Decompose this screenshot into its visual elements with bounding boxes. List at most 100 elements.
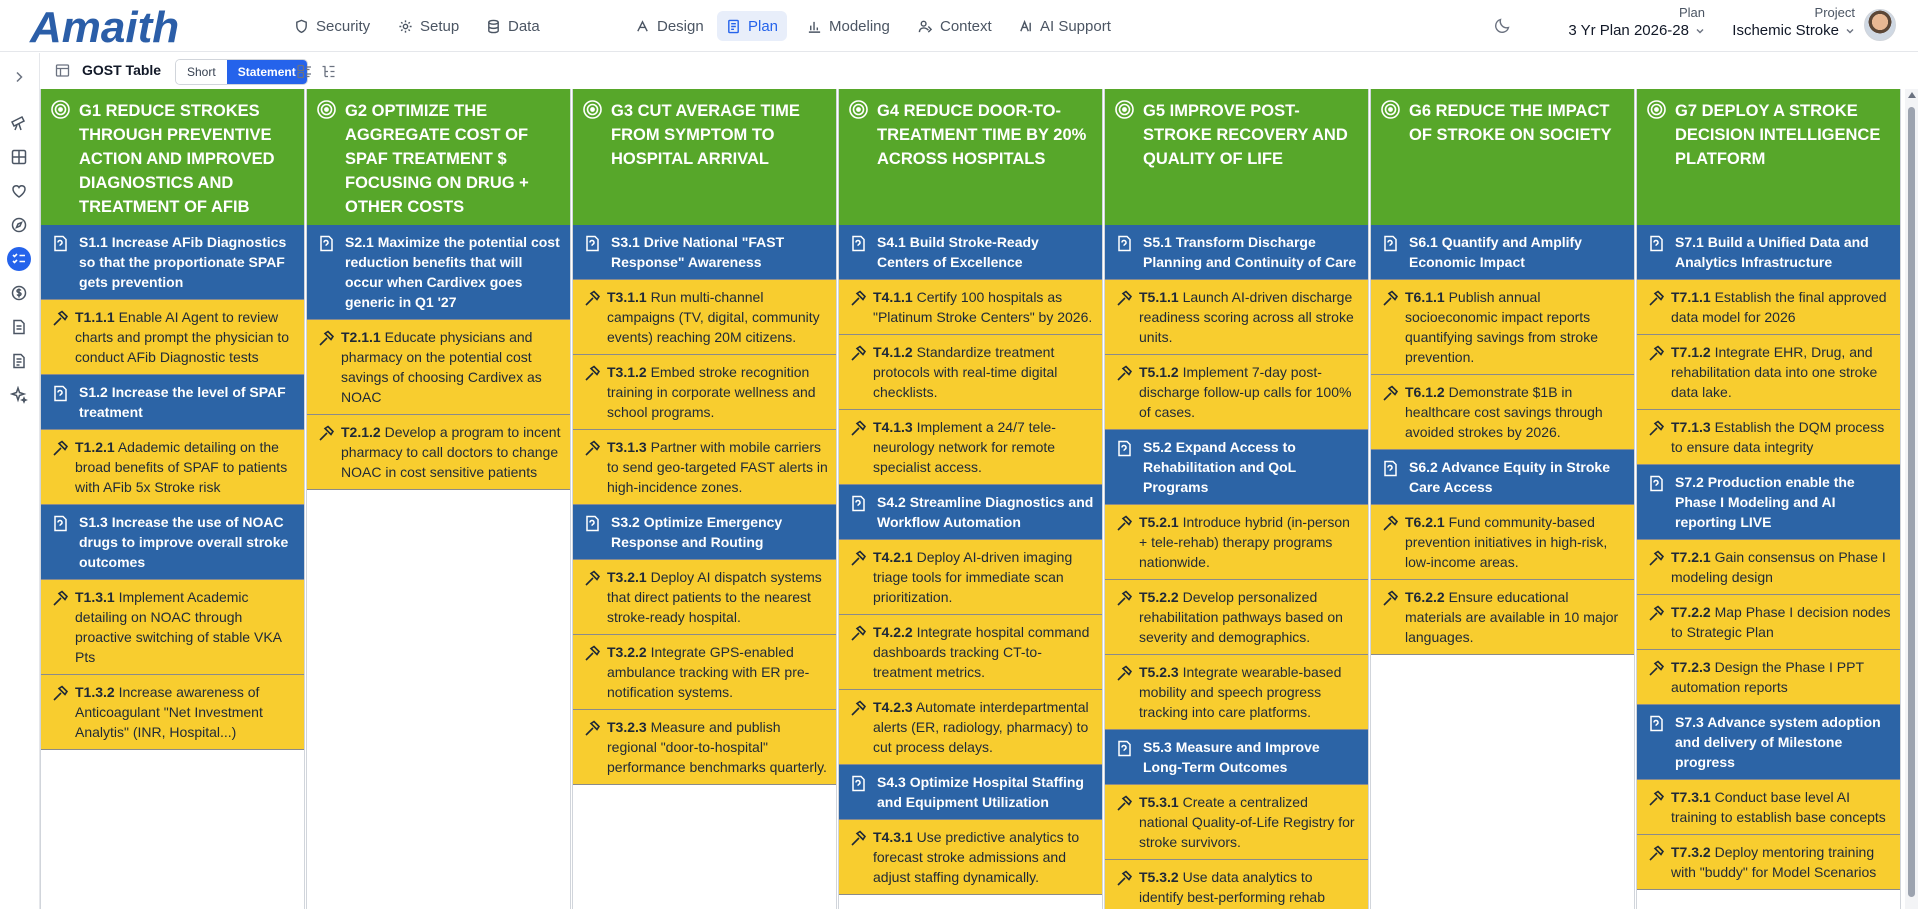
left-rail xyxy=(0,53,40,909)
tactic-card[interactable]: T7.1.2 Integrate EHR, Drug, and rehabili… xyxy=(1637,335,1900,410)
tactic-card[interactable]: T4.1.3 Implement a 24/7 tele-neurology n… xyxy=(839,410,1102,485)
tactic-card[interactable]: T1.1.1 Enable AI Agent to review charts … xyxy=(41,300,304,375)
tactic-card[interactable]: T2.1.2 Develop a program to incent pharm… xyxy=(307,415,570,490)
strategy-card[interactable]: S6.2 Advance Equity in Stroke Care Acces… xyxy=(1371,450,1634,505)
nav-plan[interactable]: Plan xyxy=(717,11,788,41)
tactic-card[interactable]: T7.1.3 Establish the DQM process to ensu… xyxy=(1637,410,1900,465)
nav-label: Security xyxy=(316,17,371,35)
goal-card[interactable]: G3 Cut Average Time from Symptom to Hosp… xyxy=(573,89,836,225)
moon-icon[interactable] xyxy=(1494,16,1512,34)
nav-security[interactable]: Security xyxy=(285,11,379,41)
tactic-card[interactable]: T7.3.2 Deploy mentoring training with "b… xyxy=(1637,835,1900,890)
tactic-card[interactable]: T1.3.1 Implement Academic detailing on N… xyxy=(41,580,304,675)
short-button[interactable]: Short xyxy=(176,60,227,84)
statement-button[interactable]: Statement xyxy=(226,60,307,84)
nav-context[interactable]: Context xyxy=(909,11,1001,41)
item-code: T6.2.1 xyxy=(1405,514,1445,530)
target-icon xyxy=(50,99,71,120)
tactic-card[interactable]: T3.2.2 Integrate GPS-enabled ambulance t… xyxy=(573,635,836,710)
strategy-card[interactable]: S2.1 Maximize the potential cost reducti… xyxy=(307,225,570,320)
strategy-card[interactable]: S1.1 Increase AFib Diagnostics so that t… xyxy=(41,225,304,300)
nav-setup[interactable]: Setup xyxy=(389,11,468,41)
tactic-card[interactable]: T6.2.2 Ensure educational materials are … xyxy=(1371,580,1634,655)
tactic-card[interactable]: T1.2.1 Adademic detailing on the broad b… xyxy=(41,430,304,505)
tactic-card[interactable]: T4.3.1 Use predictive analytics to forec… xyxy=(839,820,1102,895)
tactic-card[interactable]: T3.2.3 Measure and publish regional "doo… xyxy=(573,710,836,785)
goal-card[interactable]: G7 Deploy a Stroke Decision Intelligence… xyxy=(1637,89,1900,225)
tactic-card[interactable]: T4.1.2 Standardize treatment protocols w… xyxy=(839,335,1102,410)
tactic-card[interactable]: T5.2.3 Integrate wearable-based mobility… xyxy=(1105,655,1368,730)
goal-card[interactable]: G6 Reduce the Impact of Stroke on Societ… xyxy=(1371,89,1634,225)
nav-ai-support[interactable]: AI Support xyxy=(1009,11,1120,41)
item-code: S6.2 xyxy=(1409,459,1438,475)
strategy-card[interactable]: S7.3 Advance system adoption and deliver… xyxy=(1637,705,1900,780)
tactic-card[interactable]: T7.2.2 Map Phase I decision nodes to Str… xyxy=(1637,595,1900,650)
tactic-card[interactable]: T5.3.2 Use data analytics to identify be… xyxy=(1105,860,1368,909)
tactic-card[interactable]: T4.2.2 Integrate hospital command dashbo… xyxy=(839,615,1102,690)
tactic-card[interactable]: T5.1.2 Implement 7-day post-discharge fo… xyxy=(1105,355,1368,430)
strategy-card[interactable]: S4.3 Optimize Hospital Staffing and Equi… xyxy=(839,765,1102,820)
goal-title: Reduce Door-to-Treatment Time by 20% Acr… xyxy=(877,102,1087,168)
strategy-card[interactable]: S5.3 Measure and Improve Long-Term Outco… xyxy=(1105,730,1368,785)
tactic-card[interactable]: T1.3.2 Increase awareness of Anticoagula… xyxy=(41,675,304,750)
tactic-card[interactable]: T7.2.1 Gain consensus on Phase I modelin… xyxy=(1637,540,1900,595)
strategy-card[interactable]: S7.2 Production enable the Phase I Model… xyxy=(1637,465,1900,540)
grid-icon[interactable] xyxy=(7,145,31,169)
tactic-card[interactable]: T5.1.1 Launch AI-driven discharge readin… xyxy=(1105,280,1368,355)
item-code: T4.1.3 xyxy=(873,419,913,435)
compass-icon[interactable] xyxy=(7,213,31,237)
heart-icon[interactable] xyxy=(7,179,31,203)
strategy-card[interactable]: S5.2 Expand Access to Rehabilitation and… xyxy=(1105,430,1368,505)
strategy-card[interactable]: S4.1 Build Stroke-Ready Centers of Excel… xyxy=(839,225,1102,280)
file-text-icon[interactable] xyxy=(7,349,31,373)
tactic-card[interactable]: T6.1.2 Demonstrate $1B in healthcare cos… xyxy=(1371,375,1634,450)
scrollbar-thumb[interactable] xyxy=(1908,107,1915,897)
tactic-card[interactable]: T7.1.1 Establish the final approved data… xyxy=(1637,280,1900,335)
checklist-icon[interactable] xyxy=(7,247,31,271)
tactic-card[interactable]: T3.1.3 Partner with mobile carriers to s… xyxy=(573,430,836,505)
tactic-card[interactable]: T4.2.3 Automate interdepartmental alerts… xyxy=(839,690,1102,765)
sparkle-icon[interactable] xyxy=(7,383,31,407)
nav-design[interactable]: Design xyxy=(626,11,713,41)
tactic-card[interactable]: T4.1.1 Certify 100 hospitals as "Platinu… xyxy=(839,280,1102,335)
tactic-card[interactable]: T7.2.3 Design the Phase I PPT automation… xyxy=(1637,650,1900,705)
tactic-card[interactable]: T5.2.1 Introduce hybrid (in-person + tel… xyxy=(1105,505,1368,580)
amaith-logo[interactable]: Amaith xyxy=(28,4,233,48)
tactic-card[interactable]: T3.2.1 Deploy AI dispatch systems that d… xyxy=(573,560,836,635)
card-view-icon[interactable] xyxy=(296,63,313,80)
plan-selector[interactable]: Plan 3 Yr Plan 2026-28 xyxy=(1555,5,1705,41)
vertical-scrollbar[interactable] xyxy=(1905,89,1918,909)
tree-view-icon[interactable] xyxy=(320,63,337,80)
tactic-card[interactable]: T3.1.2 Embed stroke recognition training… xyxy=(573,355,836,430)
item-code: S1.3 xyxy=(79,514,108,530)
avatar[interactable] xyxy=(1864,9,1896,41)
nav-data[interactable]: Data xyxy=(477,11,549,41)
tactic-card[interactable]: T5.2.2 Develop personalized rehabilitati… xyxy=(1105,580,1368,655)
tactic-card[interactable]: T2.1.1 Educate physicians and pharmacy o… xyxy=(307,320,570,415)
dollar-icon[interactable] xyxy=(7,281,31,305)
strategy-card[interactable]: S1.2 Increase the level of SPAF treatmen… xyxy=(41,375,304,430)
strategy-card[interactable]: S3.2 Optimize Emergency Response and Rou… xyxy=(573,505,836,560)
telescope-icon[interactable] xyxy=(7,111,31,135)
tactic-card[interactable]: T7.3.1 Conduct base level AI training to… xyxy=(1637,780,1900,835)
nav-modeling[interactable]: Modeling xyxy=(798,11,899,41)
tactic-card[interactable]: T5.3.1 Create a centralized national Qua… xyxy=(1105,785,1368,860)
tactic-card[interactable]: T3.1.1 Run multi-channel campaigns (TV, … xyxy=(573,280,836,355)
tactic-card[interactable]: T4.2.1 Deploy AI-driven imaging triage t… xyxy=(839,540,1102,615)
project-selector[interactable]: Project Ischemic Stroke xyxy=(1715,5,1855,41)
strategy-card[interactable]: S1.3 Increase the use of NOAC drugs to i… xyxy=(41,505,304,580)
scroll-up-arrow[interactable] xyxy=(1908,92,1916,98)
strategy-card[interactable]: S5.1 Transform Discharge Planning and Co… xyxy=(1105,225,1368,280)
tactic-card[interactable]: T6.2.1 Fund community-based prevention i… xyxy=(1371,505,1634,580)
goal-card[interactable]: G5 Improve Post-Stroke Recovery and Qual… xyxy=(1105,89,1368,225)
strategy-card[interactable]: S3.1 Drive National "FAST Response" Awar… xyxy=(573,225,836,280)
goal-card[interactable]: G2 Optimize the aggregate cost of SPAF t… xyxy=(307,89,570,225)
chevron-right-icon[interactable] xyxy=(11,69,27,85)
strategy-card[interactable]: S7.1 Build a Unified Data and Analytics … xyxy=(1637,225,1900,280)
strategy-card[interactable]: S6.1 Quantify and Amplify Economic Impac… xyxy=(1371,225,1634,280)
strategy-card[interactable]: S4.2 Streamline Diagnostics and Workflow… xyxy=(839,485,1102,540)
goal-card[interactable]: G1 Reduce Strokes Through Preventive Act… xyxy=(41,89,304,225)
tactic-card[interactable]: T6.1.1 Publish annual socioeconomic impa… xyxy=(1371,280,1634,375)
goal-card[interactable]: G4 Reduce Door-to-Treatment Time by 20% … xyxy=(839,89,1102,225)
report-icon[interactable] xyxy=(7,315,31,339)
